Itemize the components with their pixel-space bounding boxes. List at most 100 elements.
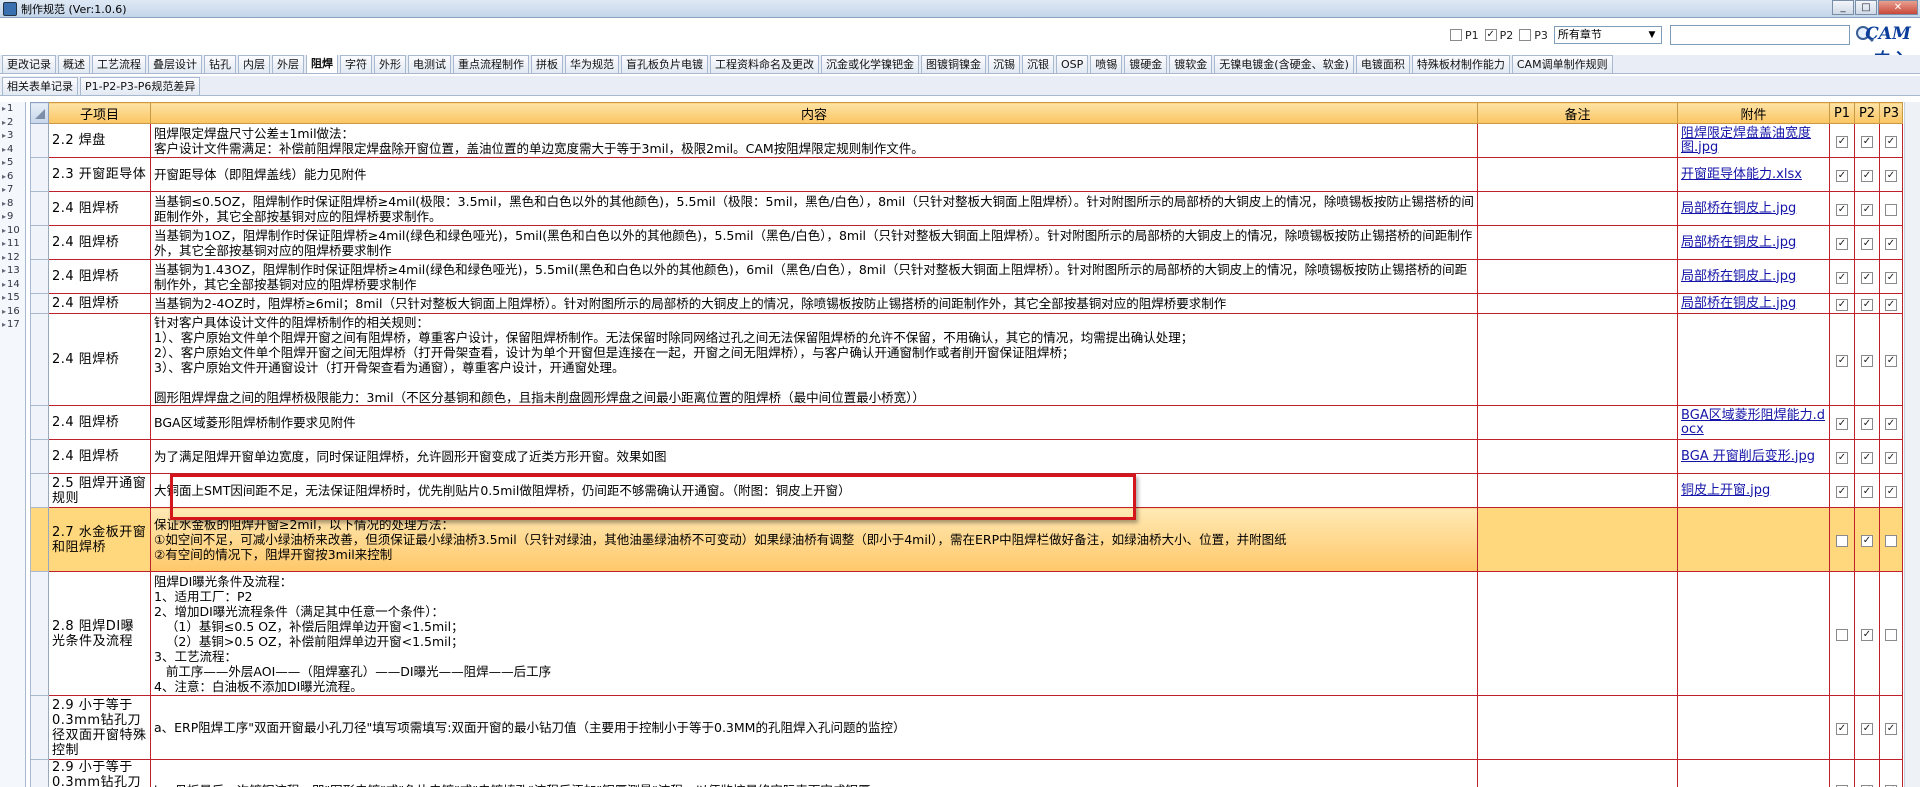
table-row[interactable]: 2.7 水金板开窗和阻焊桥 保证水金板的阻焊开窗≥2mil，以下情况的处理方法： …	[30, 507, 1903, 572]
p2-row-checkbox[interactable]: ✓	[1861, 169, 1873, 182]
p3-row-checkbox[interactable]: ✓	[1885, 417, 1897, 430]
close-button[interactable]: ✕	[1878, 0, 1918, 15]
p2-row-checkbox[interactable]: ✓	[1861, 534, 1873, 547]
tab-14[interactable]: 华为规范	[565, 55, 619, 73]
row-header[interactable]	[30, 259, 49, 294]
tab-6[interactable]: 内层	[238, 55, 270, 73]
row-header[interactable]	[30, 405, 49, 440]
note-cell[interactable]	[1477, 439, 1678, 474]
attachment-link[interactable]	[1677, 313, 1830, 406]
gutter-item[interactable]: 10	[0, 224, 25, 238]
attachment-link[interactable]: BGA 开窗削后变形.jpg	[1677, 439, 1830, 474]
p3-row-checkbox[interactable]: ✓	[1885, 135, 1897, 148]
p3-row-checkbox[interactable]	[1885, 628, 1897, 641]
p1-row-checkbox[interactable]: ✓	[1836, 271, 1848, 284]
tab-13[interactable]: 拼板	[531, 55, 563, 73]
p1-row-checkbox[interactable]: ✓	[1836, 354, 1848, 367]
maximize-button[interactable]: □	[1855, 0, 1877, 15]
search-input[interactable]	[1669, 25, 1850, 45]
tab-16[interactable]: 工程资料命名及更改	[710, 55, 819, 73]
row-header[interactable]	[30, 695, 49, 760]
attachment-link[interactable]: 阻焊限定焊盘盖油宽度图.jpg	[1677, 123, 1830, 158]
note-cell[interactable]	[1477, 157, 1678, 192]
p2-row-checkbox[interactable]: ✓	[1861, 354, 1873, 367]
attachment-link[interactable]: 局部桥在铜皮上.jpg	[1677, 225, 1830, 260]
tab-15[interactable]: 盲孔板负片电镀	[621, 55, 708, 73]
note-cell[interactable]	[1477, 405, 1678, 440]
gutter-item[interactable]: 6	[0, 170, 25, 184]
vertical-scrollbar[interactable]	[1904, 102, 1920, 787]
gutter-item[interactable]: 8	[0, 197, 25, 211]
attachment-link[interactable]: 局部桥在铜皮上.jpg	[1677, 293, 1830, 314]
p2-row-checkbox[interactable]: ✓	[1861, 451, 1873, 464]
tab-23[interactable]: 镀硬金	[1124, 55, 1168, 73]
header-attach[interactable]: 附件	[1677, 102, 1830, 124]
p3-row-checkbox[interactable]: ✓	[1885, 451, 1897, 464]
attachment-link[interactable]: 局部桥在铜皮上.jpg	[1677, 191, 1830, 226]
p3-row-checkbox[interactable]: ✓	[1885, 722, 1897, 735]
gutter-item[interactable]: 9	[0, 210, 25, 224]
note-cell[interactable]	[1477, 293, 1678, 314]
gutter-item[interactable]: 11	[0, 237, 25, 251]
tab-3[interactable]: 工艺流程	[92, 55, 146, 73]
tab-9[interactable]: 字符	[340, 55, 372, 73]
row-header[interactable]	[30, 293, 49, 314]
tab-2[interactable]: 概述	[58, 55, 90, 73]
tab-4[interactable]: 叠层设计	[148, 55, 202, 73]
p2-row-checkbox[interactable]: ✓	[1861, 628, 1873, 641]
gutter-item[interactable]: 7	[0, 183, 25, 197]
p2-checkbox[interactable]: ✓	[1484, 29, 1497, 41]
row-header[interactable]	[30, 571, 49, 696]
p3-row-checkbox[interactable]: ✓	[1885, 271, 1897, 284]
table-row[interactable]: 2.8 阻焊DI曝光条件及流程 阻焊DI曝光条件及流程： 1、适用工厂：P2 2、…	[30, 571, 1903, 696]
p2-row-checkbox[interactable]: ✓	[1861, 417, 1873, 430]
header-content[interactable]: 内容	[150, 102, 1478, 124]
table-row[interactable]: 2.4 阻焊桥 当基铜为1OZ，阻焊制作时保证阻焊桥≥4mil(绿色和绿色哑光)，…	[30, 225, 1903, 260]
chapter-select[interactable]: 所有章节 ▼	[1553, 26, 1662, 44]
p1-row-checkbox[interactable]: ✓	[1836, 135, 1848, 148]
tab-1[interactable]: 相关表单记录	[2, 77, 78, 95]
note-cell[interactable]	[1477, 507, 1678, 572]
note-cell[interactable]	[1477, 695, 1678, 760]
p1-row-checkbox[interactable]: ✓	[1836, 169, 1848, 182]
tab-20[interactable]: 沉银	[1022, 55, 1054, 73]
p1-row-checkbox[interactable]: ✓	[1836, 298, 1848, 311]
tab-10[interactable]: 外形	[374, 55, 406, 73]
gutter-item[interactable]: 16	[0, 305, 25, 319]
row-header[interactable]	[30, 759, 49, 787]
p2-row-checkbox[interactable]: ✓	[1861, 271, 1873, 284]
gutter-item[interactable]: 14	[0, 278, 25, 292]
table-row[interactable]: 2.4 阻焊桥 当基铜为2-4OZ时，阻焊桥≥6mil；8mil（只针对整板大铜面…	[30, 293, 1903, 314]
gutter-item[interactable]: 17	[0, 318, 25, 332]
p1-row-checkbox[interactable]: ✓	[1836, 451, 1848, 464]
minimize-button[interactable]: _	[1832, 0, 1854, 15]
p1-row-checkbox[interactable]: ✓	[1836, 203, 1848, 216]
row-header[interactable]	[30, 473, 49, 508]
gutter-item[interactable]: 12	[0, 251, 25, 265]
row-header[interactable]	[30, 157, 49, 192]
p3-row-checkbox[interactable]	[1885, 203, 1897, 216]
row-header[interactable]	[30, 191, 49, 226]
p2-row-checkbox[interactable]: ✓	[1861, 485, 1873, 498]
gutter-item[interactable]: 1	[0, 102, 25, 116]
row-header[interactable]	[30, 439, 49, 474]
table-row[interactable]: 2.4 阻焊桥 当基铜为1.43OZ，阻焊制作时保证阻焊桥≥4mil(绿色和绿色哑…	[30, 259, 1903, 294]
row-header[interactable]	[30, 313, 49, 406]
tab-25[interactable]: 无镍电镀金(含硬金、软金)	[1214, 55, 1354, 73]
row-header[interactable]	[30, 123, 49, 158]
p2-row-checkbox[interactable]: ✓	[1861, 237, 1873, 250]
table-row[interactable]: 2.4 阻焊桥 为了满足阻焊开窗单边宽度，同时保证阻焊桥，允许圆形开窗变成了近类方…	[30, 439, 1903, 474]
p1-row-checkbox[interactable]: ✓	[1836, 722, 1848, 735]
p3-row-checkbox[interactable]: ✓	[1885, 298, 1897, 311]
note-cell[interactable]	[1477, 123, 1678, 158]
table-row[interactable]: 2.9 小于等于0.3mm钻孔刀径双面开窗特殊控制 a、ERP阻焊工序"双面开窗最…	[30, 695, 1903, 760]
header-p1[interactable]: P1	[1829, 102, 1855, 124]
table-row[interactable]: 2.5 阻焊开通窗规则 大铜面上SMT因间距不足，无法保证阻焊桥时，优先削贴片0.…	[30, 473, 1903, 508]
p1-row-checkbox[interactable]: ✓	[1836, 485, 1848, 498]
tab-22[interactable]: 喷锡	[1090, 55, 1123, 73]
tab-17[interactable]: 沉金或化学镍钯金	[821, 55, 919, 73]
table-row[interactable]: 2.4 阻焊桥 针对客户具体设计文件的阻焊桥制作的相关规则： 1）、客户原始文件单…	[30, 313, 1903, 406]
note-cell[interactable]	[1477, 191, 1678, 226]
p2-row-checkbox[interactable]: ✓	[1861, 203, 1873, 216]
tab-11[interactable]: 电测试	[408, 55, 451, 73]
